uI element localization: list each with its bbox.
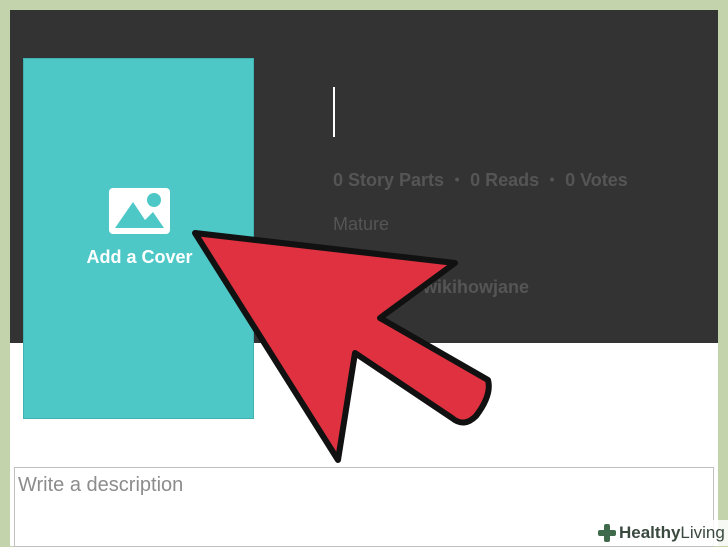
reads-count: 0 Reads <box>470 170 540 190</box>
separator-dot: • <box>454 171 460 187</box>
votes-count: 0 Votes <box>565 170 628 190</box>
add-cover-button[interactable]: Add a Cover <box>23 58 254 419</box>
story-parts-count: 0 Story Parts <box>333 170 445 190</box>
story-header: Add a Cover 0 Story Parts • 0 Reads • 0 Vote… <box>10 10 718 419</box>
rating-label: Mature <box>333 214 390 234</box>
plus-cross-icon <box>598 524 616 542</box>
watermark-text: HealthyLiving <box>619 523 725 542</box>
add-cover-label: Add a Cover <box>86 247 193 267</box>
story-stats: 0 Story Parts • 0 Reads • 0 Votes <box>333 170 628 191</box>
author-name[interactable]: wikihowjane <box>423 277 529 298</box>
separator-dot: • <box>549 171 555 187</box>
healthy-living-watermark: HealthyLiving <box>592 520 728 546</box>
title-input-caret[interactable] <box>333 87 335 137</box>
image-icon <box>109 188 170 234</box>
editor-frame: Add a Cover 0 Story Parts • 0 Reads • 0 Vote… <box>10 10 718 546</box>
